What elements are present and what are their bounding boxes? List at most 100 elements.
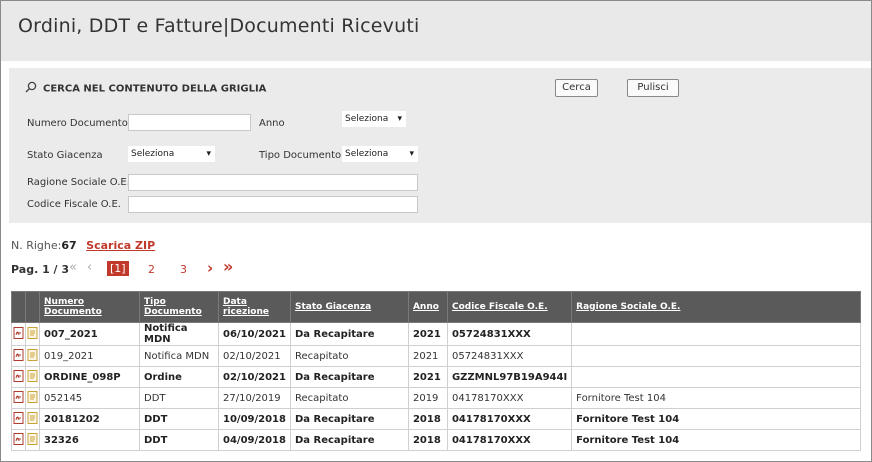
cell-codice: 05724831XXX xyxy=(446,322,573,346)
cell-anno: 2021 xyxy=(407,345,448,367)
cell-ragione: Fornitore Test 104 xyxy=(571,408,861,430)
document-icon[interactable] xyxy=(25,345,40,367)
table-row[interactable]: ORDINE_098P Ordine 02/10/2021 Da Recapitare… xyxy=(11,366,861,388)
icon-col-header xyxy=(25,291,40,323)
tipo-select-value: Seleziona xyxy=(345,149,389,159)
search-icon xyxy=(25,81,37,96)
cell-stato: Da Recapitare xyxy=(289,429,409,451)
pdf-icon[interactable] xyxy=(11,345,26,367)
cell-anno: 2018 xyxy=(407,408,448,430)
col-tipo-documento[interactable]: Tipo Documento xyxy=(139,291,219,323)
cell-codice: 04178170XXX xyxy=(446,429,573,451)
cell-stato: Da Recapitare xyxy=(289,366,409,388)
tipo-documento-select[interactable]: Seleziona ▾ xyxy=(342,146,418,162)
page-title: Ordini, DDT e Fatture|Documenti Ricevuti xyxy=(18,15,420,37)
search-heading[interactable]: CERCA NEL CONTENUTO DELLA GRIGLIA xyxy=(25,81,266,96)
cell-anno: 2018 xyxy=(407,429,448,451)
cell-codice: 05724831XXX xyxy=(446,345,573,367)
cell-ragione xyxy=(571,366,861,388)
stato-giacenza-label: Stato Giacenza xyxy=(27,150,103,161)
col-numero-documento[interactable]: Numero Documento xyxy=(39,291,140,323)
cell-ragione: Fornitore Test 104 xyxy=(571,429,861,451)
chevron-down-icon: ▾ xyxy=(206,149,211,159)
first-page-button[interactable]: « xyxy=(69,260,77,275)
numero-documento-input[interactable] xyxy=(128,114,251,131)
document-icon[interactable] xyxy=(25,387,40,409)
cell-data: 06/10/2021 xyxy=(218,322,291,346)
col-codice-fiscale[interactable]: Codice Fiscale O.E. xyxy=(446,291,573,323)
cell-anno: 2021 xyxy=(407,322,448,346)
anno-select-value: Seleziona xyxy=(345,114,389,124)
row-count: N. Righe:67 Scarica ZIP xyxy=(11,239,155,252)
codice-fiscale-label: Codice Fiscale O.E. xyxy=(27,199,121,210)
pulisci-button[interactable]: Pulisci xyxy=(627,79,679,97)
chevron-down-icon: ▾ xyxy=(409,149,414,159)
codice-fiscale-input[interactable] xyxy=(128,196,418,213)
table-row[interactable]: 019_2021 Notifica MDN 02/10/2021 Recapitato… xyxy=(11,345,861,367)
cell-tipo: Notifica MDN xyxy=(139,322,219,346)
cell-anno: 2019 xyxy=(407,387,448,409)
page-2-button[interactable]: 2 xyxy=(148,263,155,276)
ragione-sociale-input[interactable] xyxy=(128,174,418,191)
title-bar: Ordini, DDT e Fatture|Documenti Ricevuti xyxy=(1,1,871,61)
stato-giacenza-select[interactable]: Seleziona ▾ xyxy=(128,146,215,162)
page-1-button[interactable]: [1] xyxy=(107,261,129,276)
cell-ragione xyxy=(571,322,861,346)
table-row[interactable]: 052145 DDT 27/10/2019 Recapitato 2019 0417817… xyxy=(11,387,861,409)
cell-numero: 20181202 xyxy=(39,408,140,430)
cell-stato: Recapitato xyxy=(289,387,409,409)
pager-label: Pag. 1 / 3 xyxy=(11,263,70,276)
table-row[interactable]: 20181202 DDT 10/09/2018 Da Recapitare 2018 04… xyxy=(11,408,861,430)
cell-numero: 019_2021 xyxy=(39,345,140,367)
cell-numero: 007_2021 xyxy=(39,322,140,346)
page-frame: Ordini, DDT e Fatture|Documenti Ricevuti… xyxy=(0,0,872,462)
documents-table: Numero Documento Tipo Documento Data ric… xyxy=(11,291,861,451)
ragione-sociale-label: Ragione Sociale O.E. xyxy=(27,177,130,188)
document-icon[interactable] xyxy=(25,322,40,346)
cell-ragione: Fornitore Test 104 xyxy=(571,387,861,409)
icon-col-header xyxy=(11,291,26,323)
numero-documento-label: Numero Documento xyxy=(27,118,128,129)
cell-codice: 04178170XXX xyxy=(446,387,573,409)
anno-select[interactable]: Seleziona ▾ xyxy=(342,111,406,127)
row-count-label: N. Righe: xyxy=(11,239,62,252)
cell-stato: Da Recapitare xyxy=(289,322,409,346)
page-3-button[interactable]: 3 xyxy=(180,263,187,276)
search-heading-label: CERCA NEL CONTENUTO DELLA GRIGLIA xyxy=(43,83,267,95)
last-page-button[interactable]: » xyxy=(223,257,233,276)
next-page-button[interactable]: › xyxy=(207,259,213,277)
cell-tipo: Ordine xyxy=(139,366,219,388)
anno-label: Anno xyxy=(259,118,285,129)
pdf-icon[interactable] xyxy=(11,429,26,451)
document-icon[interactable] xyxy=(25,429,40,451)
pdf-icon[interactable] xyxy=(11,408,26,430)
cell-numero: 052145 xyxy=(39,387,140,409)
table-row[interactable]: 32326 DDT 04/09/2018 Da Recapitare 2018 04178… xyxy=(11,429,861,451)
cell-data: 10/09/2018 xyxy=(218,408,291,430)
cell-anno: 2021 xyxy=(407,366,448,388)
cerca-button[interactable]: Cerca xyxy=(555,79,598,97)
scarica-zip-link[interactable]: Scarica ZIP xyxy=(86,239,155,252)
col-ragione-sociale[interactable]: Ragione Sociale O.E. xyxy=(571,291,861,323)
cell-ragione xyxy=(571,345,861,367)
col-anno[interactable]: Anno xyxy=(407,291,448,323)
pdf-icon[interactable] xyxy=(11,322,26,346)
cell-tipo: DDT xyxy=(139,387,219,409)
table-row[interactable]: 007_2021 Notifica MDN 06/10/2021 Da Recapit… xyxy=(11,322,861,346)
cell-codice: 04178170XXX xyxy=(446,408,573,430)
prev-page-button[interactable]: ‹ xyxy=(87,260,92,275)
document-icon[interactable] xyxy=(25,366,40,388)
tipo-documento-label: Tipo Documento xyxy=(259,150,342,161)
cell-data: 02/10/2021 xyxy=(218,366,291,388)
row-count-value: 67 xyxy=(61,239,77,252)
cell-tipo: DDT xyxy=(139,408,219,430)
cell-codice: GZZMNL97B19A944I xyxy=(446,366,573,388)
cell-stato: Recapitato xyxy=(289,345,409,367)
pdf-icon[interactable] xyxy=(11,387,26,409)
cell-stato: Da Recapitare xyxy=(289,408,409,430)
col-stato-giacenza[interactable]: Stato Giacenza xyxy=(289,291,409,323)
cell-data: 27/10/2019 xyxy=(218,387,291,409)
col-data-ricezione[interactable]: Data ricezione xyxy=(218,291,291,323)
pdf-icon[interactable] xyxy=(11,366,26,388)
document-icon[interactable] xyxy=(25,408,40,430)
